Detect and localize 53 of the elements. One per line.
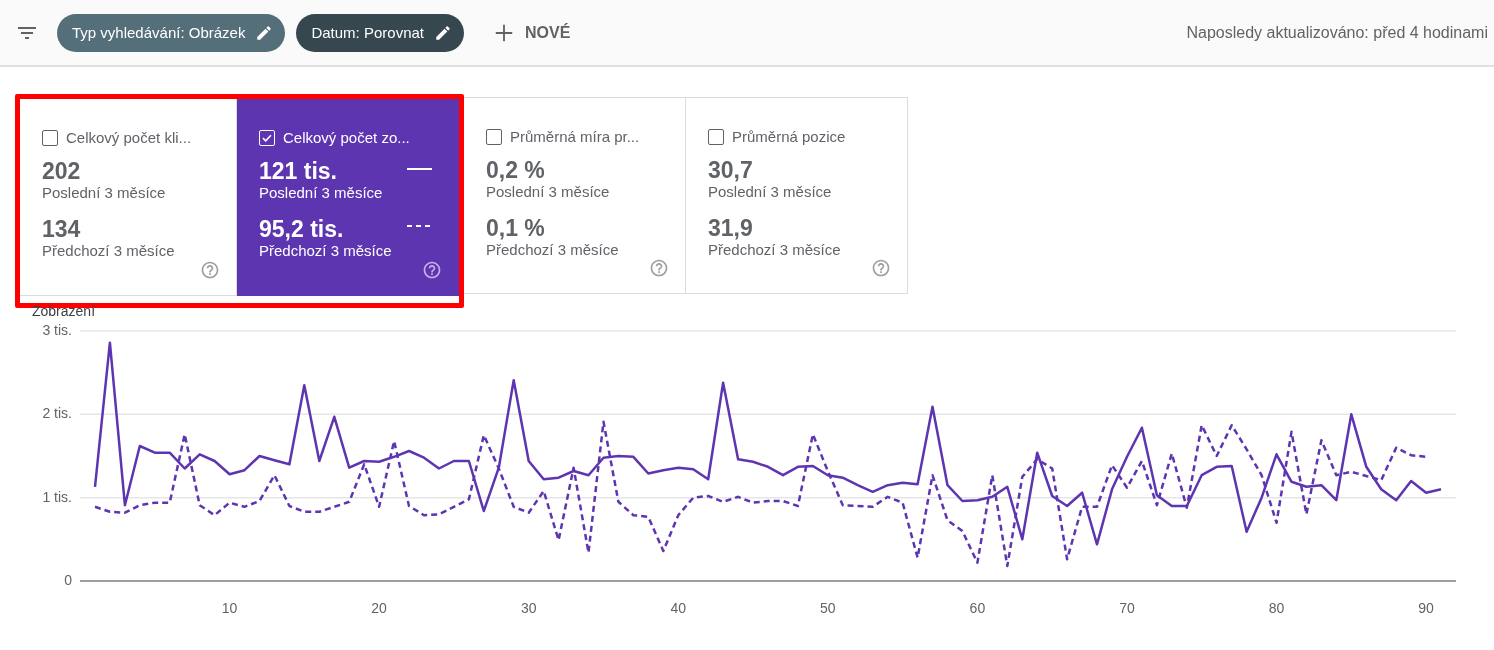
checkbox[interactable] [708,128,724,145]
y-axis-label: 2 tis. [42,405,72,422]
filter-chip[interactable]: Typ vyhledávání: Obrázek [57,13,286,52]
period-label: Předchozí 3 měsíce [42,242,176,260]
period-label: Poslední 3 měsíce [708,183,833,201]
y-axis-label: 0 [64,572,72,588]
metric-value: 0,1 % [486,215,545,241]
x-axis-label: 90 [1418,600,1434,616]
metric-value: 31,9 [708,215,753,241]
metric-card[interactable]: Průměrná míra pr... 0,2 % Poslední 3 měsíce 0,1 % Předchozí 3 měsíce [464,97,686,294]
metric-card[interactable]: Celkový počet zo... 121 tis. Poslední 3 měsíce 95,2 tis. Předchozí 3 měsíce [237,99,459,296]
x-axis-label: 10 [221,600,238,616]
help-icon[interactable] [422,260,442,280]
metric-value: 30,7 [708,157,753,183]
solid-line-legend-icon [407,167,432,171]
period-label: Poslední 3 měsíce [42,184,167,202]
help-icon[interactable] [649,258,669,278]
filter-chip[interactable]: Datum: Porovnat [296,13,464,52]
metric-title: Průměrná pozice [732,128,846,145]
last-updated-text: Naposledy aktualizováno: před 4 hodinami [1186,23,1488,42]
checkbox[interactable] [486,128,502,145]
period-label: Předchozí 3 měsíce [259,242,393,260]
x-axis-label: 40 [670,600,687,616]
pencil-icon [434,23,452,42]
pencil-icon [255,23,274,42]
checkbox[interactable] [42,129,58,146]
metric-value: 202 [42,158,81,184]
metric-value: 95,2 tis. [259,216,344,242]
period-label: Poslední 3 měsíce [486,183,611,201]
x-axis-label: 70 [1119,600,1135,616]
x-axis-label: 50 [820,600,836,616]
x-axis-label: 80 [1268,600,1285,616]
period-label: Předchozí 3 měsíce [486,241,620,259]
x-axis-label: 60 [969,600,986,616]
metric-title: Celkový počet kli... [66,129,192,146]
x-axis-label: 20 [371,600,387,616]
y-axis-label: 3 tis. [42,322,72,338]
period-label: Předchozí 3 měsíce [708,241,842,259]
dashed-line-legend-icon [407,224,432,228]
metric-value: 121 tis. [259,158,337,184]
metric-value: 134 [42,216,81,242]
metric-title: Celkový počet zo... [283,129,410,146]
metric-value: 0,2 % [486,157,545,183]
metric-card[interactable]: Celkový počet kli... 202 Poslední 3 měsíce 134 Předchozí 3 měsíce [20,99,237,296]
help-icon[interactable] [871,258,891,278]
help-icon[interactable] [200,260,220,280]
period-label: Poslední 3 měsíce [259,184,384,202]
y-axis-label: 1 tis. [42,488,72,505]
metric-title: Průměrná míra pr... [510,128,640,145]
metric-card[interactable]: Průměrná pozice 30,7 Poslední 3 měsíce 31,9 Předchozí 3 měsíce [686,97,908,294]
x-axis-label: 30 [520,600,537,616]
chart-title: Zobrazení [32,303,96,320]
new-button[interactable]: NOVÉ [487,20,577,45]
